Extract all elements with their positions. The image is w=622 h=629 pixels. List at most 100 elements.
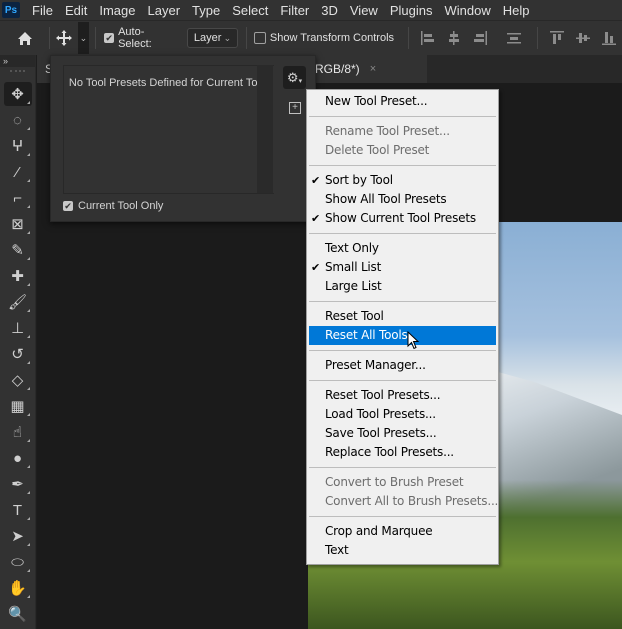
close-icon[interactable]: × (370, 63, 376, 75)
menu-item-preset-manager[interactable]: Preset Manager... (307, 356, 498, 375)
menu-item-label: Crop and Marquee (325, 524, 433, 538)
presets-scrollbar[interactable] (257, 65, 273, 193)
auto-select-checkbox[interactable]: ✔ (104, 33, 115, 43)
history-brush-tool[interactable]: ↺ (4, 342, 32, 366)
eyedropper-tool[interactable]: ✎ (4, 238, 32, 262)
menu-help[interactable]: Help (503, 3, 538, 18)
menu-bar: Ps File Edit Image Layer Type Select Fil… (0, 0, 622, 20)
menu-item-show-all-tool-presets[interactable]: Show All Tool Presets (307, 190, 498, 209)
menu-3d[interactable]: 3D (321, 3, 346, 18)
pen-icon: ✒ (11, 476, 24, 493)
menu-item-reset-tool[interactable]: Reset Tool (307, 307, 498, 326)
tool-preset-dropdown[interactable]: ⌄ (77, 22, 90, 54)
gradient-icon: ▦ (10, 398, 25, 415)
menu-item-label: Save Tool Presets... (325, 426, 437, 440)
home-icon (17, 31, 32, 45)
move-tool[interactable]: ✥ (3, 82, 32, 106)
magic-wand-tool[interactable]: ⁄ (4, 160, 32, 184)
zoom-tool[interactable]: 🔍 (4, 602, 32, 626)
menu-item-show-current-tool-presets[interactable]: ✔ Show Current Tool Presets (307, 209, 498, 228)
distribute-vertical-icon[interactable] (507, 31, 522, 45)
mouse-cursor-icon (407, 331, 420, 350)
menu-item-convert-all-to-brush-presets: Convert All to Brush Presets... (307, 492, 498, 511)
document-tab[interactable]: RGB/8*) × (307, 55, 427, 83)
current-tool-only-checkbox[interactable]: ✔ (63, 201, 73, 211)
frame-icon: ⊠ (11, 216, 24, 233)
path-selection-tool[interactable]: ➤ (4, 524, 32, 548)
align-horizontal-centers-icon[interactable] (447, 31, 461, 45)
current-tool-only-toggle[interactable]: ✔ Current Tool Only (63, 200, 163, 212)
menu-layer[interactable]: Layer (148, 3, 189, 18)
menu-separator (309, 467, 496, 468)
dodge-tool[interactable]: ● (4, 446, 32, 470)
ellipse-tool[interactable]: ⬭ (4, 550, 32, 574)
menu-plugins[interactable]: Plugins (390, 3, 441, 18)
divider (95, 27, 97, 49)
auto-select-target-dropdown[interactable]: Layer ⌄ (186, 28, 239, 48)
brush-tool[interactable]: 🖌 (4, 290, 32, 314)
show-transform-checkbox[interactable] (254, 32, 266, 44)
menu-item-delete-tool-preset: Delete Tool Preset (307, 141, 498, 160)
menu-item-text[interactable]: Text (307, 541, 498, 560)
crop-tool[interactable]: ⌐ (4, 186, 32, 210)
menu-window[interactable]: Window (444, 3, 498, 18)
menu-item-new-tool-preset[interactable]: New Tool Preset... (307, 92, 498, 111)
tool-presets-list[interactable]: No Tool Presets Defined for Current Tool… (63, 65, 274, 194)
collapse-toolbar-button[interactable]: » (0, 55, 35, 67)
toolbar-grip[interactable] (10, 70, 25, 80)
menu-item-load-tool-presets[interactable]: Load Tool Presets... (307, 405, 498, 424)
menu-separator (309, 301, 496, 302)
panel-menu-button[interactable]: ⚙ ▾ (283, 66, 306, 89)
menu-item-label: Text Only (325, 241, 379, 255)
menu-item-label: Convert All to Brush Presets... (325, 494, 499, 508)
menu-item-label: Show Current Tool Presets (325, 211, 476, 225)
history-brush-icon: ↺ (11, 346, 24, 363)
lasso-tool[interactable]: ⵖ (4, 134, 32, 158)
align-left-edges-icon[interactable] (421, 31, 435, 45)
checkmark-icon: ✔ (311, 261, 321, 274)
home-button[interactable] (0, 31, 49, 46)
menu-item-label: Show All Tool Presets (325, 192, 447, 206)
zoom-icon: 🔍 (8, 606, 27, 623)
menu-item-label: Convert to Brush Preset (325, 475, 464, 489)
ellipse-icon: ⬭ (11, 553, 24, 571)
eraser-tool[interactable]: ◇ (4, 368, 32, 392)
menu-item-crop-and-marquee[interactable]: Crop and Marquee (307, 522, 498, 541)
eyedropper-icon: ✎ (11, 242, 24, 259)
frame-tool[interactable]: ⊠ (4, 212, 32, 236)
align-right-edges-icon[interactable] (473, 31, 488, 45)
menu-item-reset-tool-presets[interactable]: Reset Tool Presets... (307, 386, 498, 405)
menu-item-sort-by-tool[interactable]: ✔ Sort by Tool (307, 171, 498, 190)
type-tool[interactable]: T (4, 498, 32, 522)
menu-type[interactable]: Type (192, 3, 228, 18)
clone-stamp-tool[interactable]: ⊥ (4, 316, 32, 340)
menu-filter[interactable]: Filter (280, 3, 317, 18)
marquee-tool[interactable]: ◌ (4, 108, 32, 132)
menu-item-rename-tool-preset: Rename Tool Preset... (307, 122, 498, 141)
menu-item-text-only[interactable]: Text Only (307, 239, 498, 258)
hand-tool[interactable]: ✋ (4, 576, 32, 600)
menu-item-label: Reset Tool (325, 309, 384, 323)
menu-view[interactable]: View (350, 3, 386, 18)
menu-item-small-list[interactable]: ✔ Small List (307, 258, 498, 277)
move-tool-preset-button[interactable] (50, 30, 77, 46)
menu-item-reset-all-tools[interactable]: Reset All Tools (309, 326, 496, 345)
menu-image[interactable]: Image (99, 3, 143, 18)
current-tool-only-label: Current Tool Only (78, 200, 164, 212)
new-preset-icon[interactable]: + (289, 102, 301, 114)
align-bottom-edges-icon[interactable] (602, 31, 616, 45)
align-top-edges-icon[interactable] (550, 31, 564, 45)
menu-item-label: Load Tool Presets... (325, 407, 436, 421)
healing-brush-tool[interactable]: ✚ (4, 264, 32, 288)
gradient-tool[interactable]: ▦ (4, 394, 32, 418)
align-vertical-centers-icon[interactable] (576, 31, 590, 45)
menu-edit[interactable]: Edit (65, 3, 95, 18)
menu-item-large-list[interactable]: Large List (307, 277, 498, 296)
menu-file[interactable]: File (32, 3, 61, 18)
menu-item-replace-tool-presets[interactable]: Replace Tool Presets... (307, 443, 498, 462)
pen-tool[interactable]: ✒ (4, 472, 32, 496)
menu-item-label: Rename Tool Preset... (325, 124, 450, 138)
smudge-tool[interactable]: ☝ (4, 420, 32, 444)
menu-select[interactable]: Select (232, 3, 276, 18)
menu-item-save-tool-presets[interactable]: Save Tool Presets... (307, 424, 498, 443)
